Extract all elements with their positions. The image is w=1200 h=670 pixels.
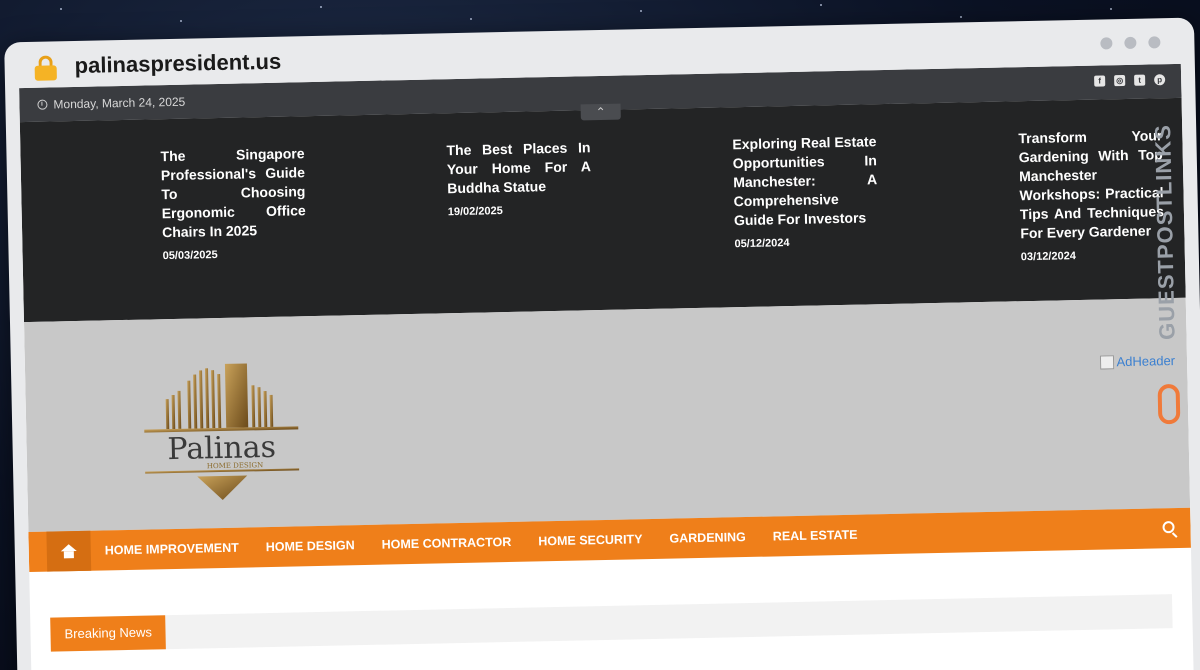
- url-text[interactable]: palinaspresident.us: [74, 49, 281, 79]
- post-title[interactable]: The Singapore Professional's Guide To Ch…: [160, 144, 306, 242]
- current-date: Monday, March 24, 2025: [37, 95, 185, 112]
- twitter-icon[interactable]: t: [1134, 74, 1146, 86]
- logo-tagline: HOME DESIGN: [207, 461, 264, 470]
- chevron-up-icon: ⌃: [595, 104, 606, 120]
- site-header: Palinas HOME DESIGN AdHeader: [23, 297, 1191, 533]
- post-title[interactable]: Transform Your Gardening With Top Manche…: [1018, 126, 1164, 243]
- featured-post[interactable]: Exploring Real Estate Opportunities In M…: [732, 132, 878, 250]
- facebook-icon[interactable]: f: [1094, 75, 1106, 87]
- clock-icon: [37, 99, 48, 110]
- social-links: f ◎ t p: [1094, 74, 1166, 87]
- home-button[interactable]: [46, 530, 92, 572]
- home-icon: [61, 544, 77, 558]
- nav-item-home-design[interactable]: HOME DESIGN: [266, 538, 355, 554]
- watermark: GUESTPOSTLINKS: [1148, 124, 1184, 425]
- featured-posts: The Singapore Professional's Guide To Ch…: [19, 97, 1186, 323]
- featured-post[interactable]: The Singapore Professional's Guide To Ch…: [160, 144, 306, 262]
- post-date: 05/12/2024: [734, 237, 790, 251]
- breaking-news-label: Breaking News: [50, 615, 167, 652]
- window-dot-icon[interactable]: [1124, 36, 1137, 49]
- post-title[interactable]: Exploring Real Estate Opportunities In M…: [732, 132, 878, 230]
- window-dot-icon[interactable]: [1148, 36, 1161, 49]
- nav-item-home-improvement[interactable]: HOME IMPROVEMENT: [105, 541, 239, 558]
- lock-icon: [34, 55, 57, 81]
- nav-item-home-contractor[interactable]: HOME CONTRACTOR: [382, 535, 512, 552]
- breaking-news-bar: Breaking News: [50, 594, 1173, 652]
- nav-item-gardening[interactable]: GARDENING: [669, 530, 746, 546]
- search-icon[interactable]: [1162, 521, 1175, 534]
- watermark-text: GUESTPOSTLINKS: [1150, 123, 1180, 341]
- post-date: 03/12/2024: [1020, 250, 1077, 264]
- link-icon: [1157, 383, 1181, 425]
- featured-post[interactable]: Transform Your Gardening With Top Manche…: [1018, 126, 1165, 263]
- nav-item-home-security[interactable]: HOME SECURITY: [538, 532, 642, 548]
- pinterest-icon[interactable]: p: [1154, 74, 1166, 86]
- date-text: Monday, March 24, 2025: [53, 94, 186, 112]
- page-viewport: Monday, March 24, 2025 f ◎ t p ⌃ The Sin…: [19, 63, 1194, 670]
- featured-post[interactable]: The Best Places In Your Home For A Buddh…: [446, 138, 592, 218]
- site-logo[interactable]: Palinas HOME DESIGN: [125, 356, 318, 510]
- collapse-toggle-button[interactable]: ⌃: [580, 103, 621, 121]
- instagram-icon[interactable]: ◎: [1114, 74, 1126, 87]
- post-title[interactable]: The Best Places In Your Home For A Buddh…: [446, 138, 591, 198]
- broken-image-icon: [1100, 354, 1115, 370]
- post-date: 19/02/2025: [447, 205, 503, 219]
- window-controls: [1100, 36, 1161, 50]
- browser-window: palinaspresident.us Monday, March 24, 20…: [4, 17, 1200, 670]
- nav-item-real-estate[interactable]: REAL ESTATE: [773, 528, 858, 544]
- post-date: 05/03/2025: [162, 249, 218, 263]
- window-dot-icon[interactable]: [1100, 37, 1113, 50]
